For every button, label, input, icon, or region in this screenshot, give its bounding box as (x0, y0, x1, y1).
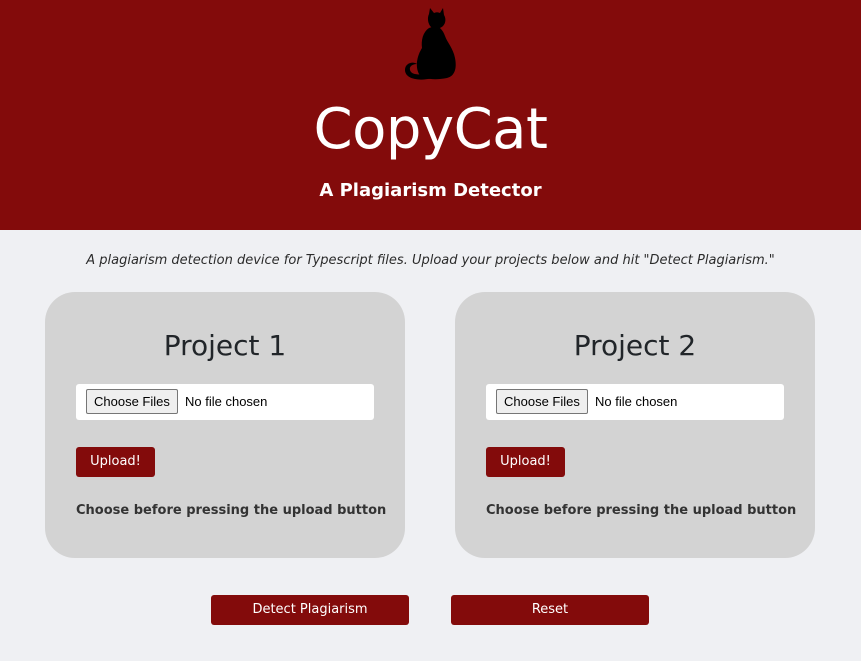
app-subtitle: A Plagiarism Detector (319, 180, 542, 201)
project-1-title: Project 1 (163, 329, 287, 362)
project-2-hint: Choose before pressing the upload button (486, 503, 797, 518)
project-2-file-status: No file chosen (595, 394, 678, 409)
project-2-card: Project 2 Choose Files No file chosen Up… (455, 292, 815, 558)
project-2-upload-button[interactable]: Upload! (486, 447, 565, 477)
project-2-file-input[interactable]: Choose Files No file chosen (486, 384, 784, 420)
project-1-hint: Choose before pressing the upload button (76, 503, 387, 518)
project-2-choose-files-button[interactable]: Choose Files (496, 389, 588, 414)
reset-button[interactable]: Reset (451, 595, 649, 625)
project-2-title: Project 2 (573, 329, 697, 362)
app-title: CopyCat (313, 97, 548, 162)
detect-plagiarism-button[interactable]: Detect Plagiarism (211, 595, 409, 625)
intro-text: A plagiarism detection device for Typesc… (86, 253, 775, 268)
project-1-card: Project 1 Choose Files No file chosen Up… (45, 292, 405, 558)
project-1-choose-files-button[interactable]: Choose Files (86, 389, 178, 414)
app-header: CopyCat A Plagiarism Detector (0, 0, 861, 230)
project-1-upload-button[interactable]: Upload! (76, 447, 155, 477)
project-1-file-status: No file chosen (185, 394, 268, 409)
cat-silhouette-icon (405, 8, 456, 80)
project-1-file-input[interactable]: Choose Files No file chosen (76, 384, 374, 420)
